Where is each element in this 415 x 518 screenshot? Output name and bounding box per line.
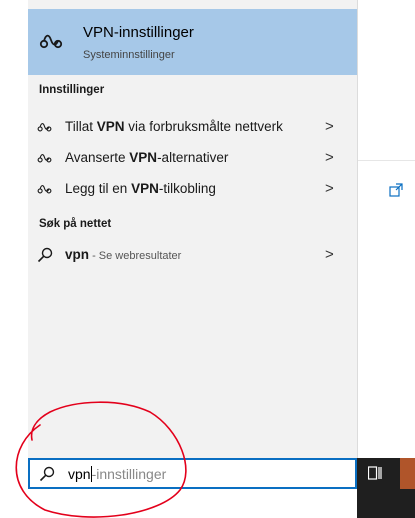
best-match-result[interactable]: VPN-innstillinger Systeminnstillinger — [28, 9, 357, 75]
search-input[interactable]: vpn-innstillinger — [28, 458, 357, 489]
settings-item-add-connection[interactable]: Legg til en VPN-tilkobling > — [28, 175, 357, 203]
taskbar-app-icon[interactable] — [400, 458, 415, 489]
search-icon — [37, 247, 53, 263]
settings-item-label: Legg til en VPN-tilkobling — [65, 181, 216, 196]
web-section-header: Søk på nettet — [39, 218, 112, 230]
settings-section-header: Innstillinger — [39, 84, 105, 96]
settings-item-label: Tillat VPN via forbruksmålte nettverk — [65, 119, 283, 134]
chevron-right-icon[interactable]: > — [325, 246, 334, 263]
search-autocomplete: -innstillinger — [91, 466, 167, 482]
taskbar: vpn-innstillinger — [0, 458, 415, 518]
settings-item-metered[interactable]: Tillat VPN via forbruksmålte nettverk > — [28, 113, 357, 141]
web-search-label: vpn - Se webresultater — [65, 247, 182, 262]
web-search-item[interactable]: vpn - Se webresultater > — [28, 241, 357, 269]
taskbar-strip — [28, 489, 357, 518]
background-divider — [357, 160, 415, 161]
search-icon — [39, 466, 55, 482]
vpn-icon — [39, 34, 63, 49]
background-window — [357, 0, 415, 518]
task-view-icon — [368, 466, 382, 480]
settings-item-advanced[interactable]: Avanserte VPN-alternativer > — [28, 144, 357, 172]
open-external-icon[interactable] — [389, 183, 403, 197]
vpn-icon — [37, 154, 52, 163]
search-results-panel: VPN-innstillinger Systeminnstillinger In… — [28, 0, 358, 458]
vpn-icon — [37, 185, 52, 194]
chevron-right-icon[interactable]: > — [325, 118, 334, 135]
chevron-right-icon[interactable]: > — [325, 180, 334, 197]
vpn-icon — [37, 123, 52, 132]
best-match-subtitle: Systeminnstillinger — [83, 49, 175, 61]
task-view-button[interactable] — [357, 458, 393, 489]
chevron-right-icon[interactable]: > — [325, 149, 334, 166]
best-match-title: VPN-innstillinger — [83, 24, 194, 41]
search-query: vpn-innstillinger — [68, 466, 167, 482]
settings-item-label: Avanserte VPN-alternativer — [65, 150, 229, 165]
